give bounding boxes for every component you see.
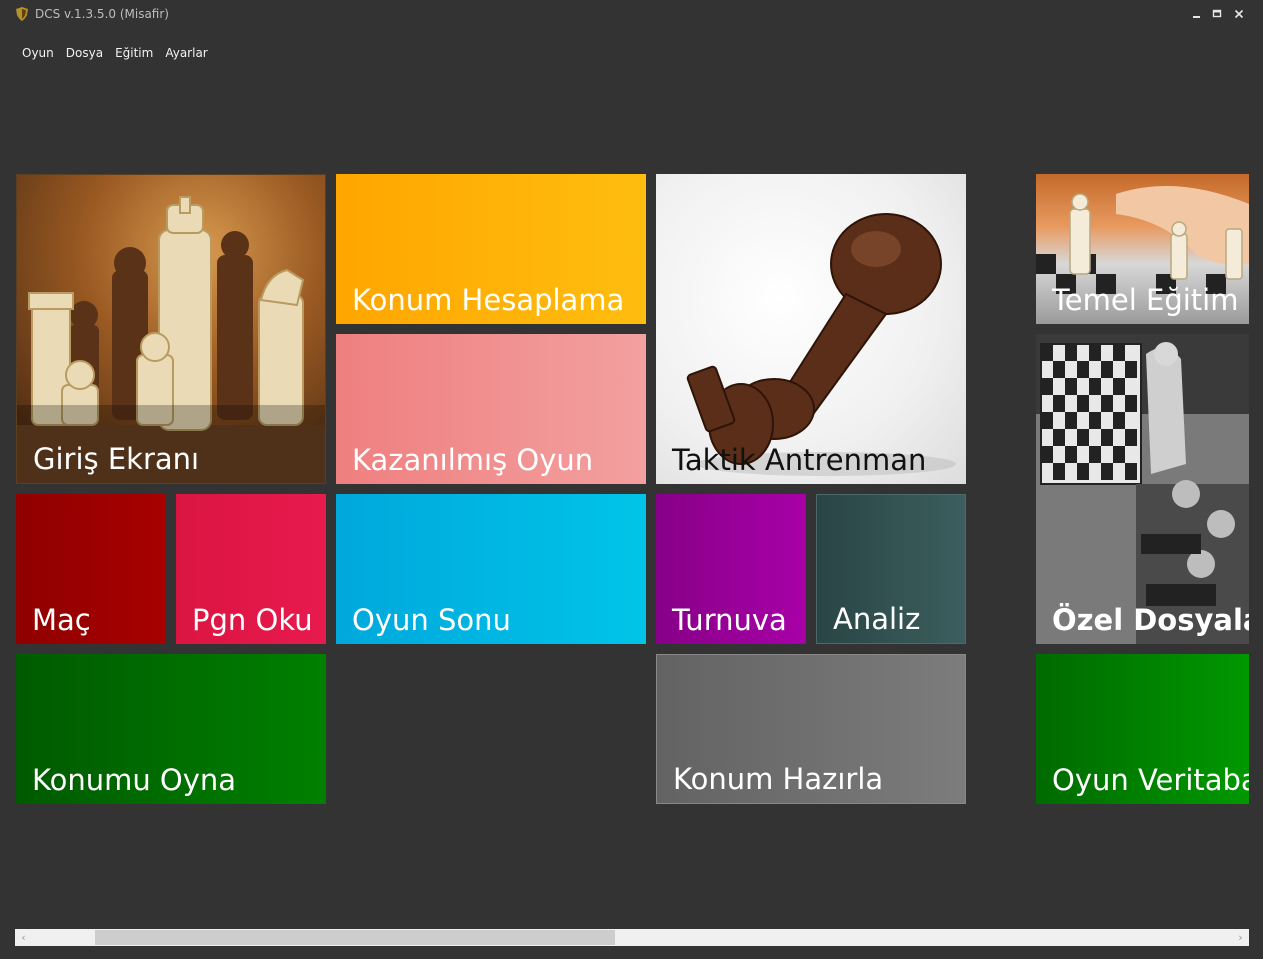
tile-giris-ekrani[interactable]: Giriş Ekranı [16,174,326,484]
horizontal-scrollbar[interactable]: ‹ › [15,929,1249,946]
close-button[interactable] [1228,4,1250,24]
menu-dosya[interactable]: Dosya [60,44,109,62]
tile-label: Konumu Oyna [32,763,237,797]
menu-egitim[interactable]: Eğitim [109,44,159,62]
minimize-button[interactable] [1186,4,1208,24]
tile-label: Maç [32,603,91,637]
tile-label: Taktik Antrenman [672,443,927,477]
tile-label: Konum Hesaplama [352,283,625,317]
maximize-icon [1212,9,1222,18]
tile-analiz[interactable]: Analiz [816,494,966,644]
close-icon [1234,9,1244,19]
tile-label: Konum Hazırla [673,762,884,796]
tile-konumu-oyna[interactable]: Konumu Oyna [16,654,326,804]
tile-label: Temel Eğitim [1052,283,1239,317]
tile-label: Oyun Sonu [352,603,511,637]
tile-mac[interactable]: Maç [16,494,166,644]
tile-ozel-dosyalar[interactable]: Özel Dosyalar [1036,334,1249,644]
tile-konum-hesaplama[interactable]: Konum Hesaplama [336,174,646,324]
tile-oyun-veritabani[interactable]: Oyun Veritabanı [1036,654,1249,804]
tile-label: Özel Dosyalar [1052,603,1249,637]
tile-label: Analiz [833,602,921,636]
tile-label: Giriş Ekranı [33,442,200,476]
tile-label: Kazanılmış Oyun [352,443,594,477]
title-bar: DCS v.1.3.5.0 (Misafir) [0,0,1263,30]
tile-turnuva[interactable]: Turnuva [656,494,806,644]
tile-temel-egitim[interactable]: Temel Eğitim [1036,174,1249,324]
scroll-right-icon[interactable]: › [1232,929,1249,946]
minimize-icon [1193,16,1200,18]
shield-logo-icon [16,7,28,21]
menu-oyun[interactable]: Oyun [16,44,60,62]
chess-pieces-photo [17,196,325,483]
tile-label: Oyun Veritabanı [1052,763,1249,797]
tile-konum-hazirla[interactable]: Konum Hazırla [656,654,966,804]
tile-kazanilmis-oyun[interactable]: Kazanılmış Oyun [336,334,646,484]
scroll-left-icon[interactable]: ‹ [15,929,32,946]
window-title: DCS v.1.3.5.0 (Misafir) [35,7,169,21]
tile-pgn-oku[interactable]: Pgn Oku [176,494,326,644]
tile-taktik-antrenman[interactable]: Taktik Antrenman [656,174,966,484]
tile-oyun-sonu[interactable]: Oyun Sonu [336,494,646,644]
fallen-king-photo [686,213,956,476]
tile-label: Turnuva [672,603,787,637]
vintage-demo-board-photo [1036,334,1249,644]
menu-bar: Oyun Dosya Eğitim Ayarlar [16,44,214,62]
scrollbar-thumb[interactable] [95,930,615,945]
tile-label: Pgn Oku [192,603,313,637]
menu-ayarlar[interactable]: Ayarlar [159,44,213,62]
maximize-button[interactable] [1206,4,1228,24]
